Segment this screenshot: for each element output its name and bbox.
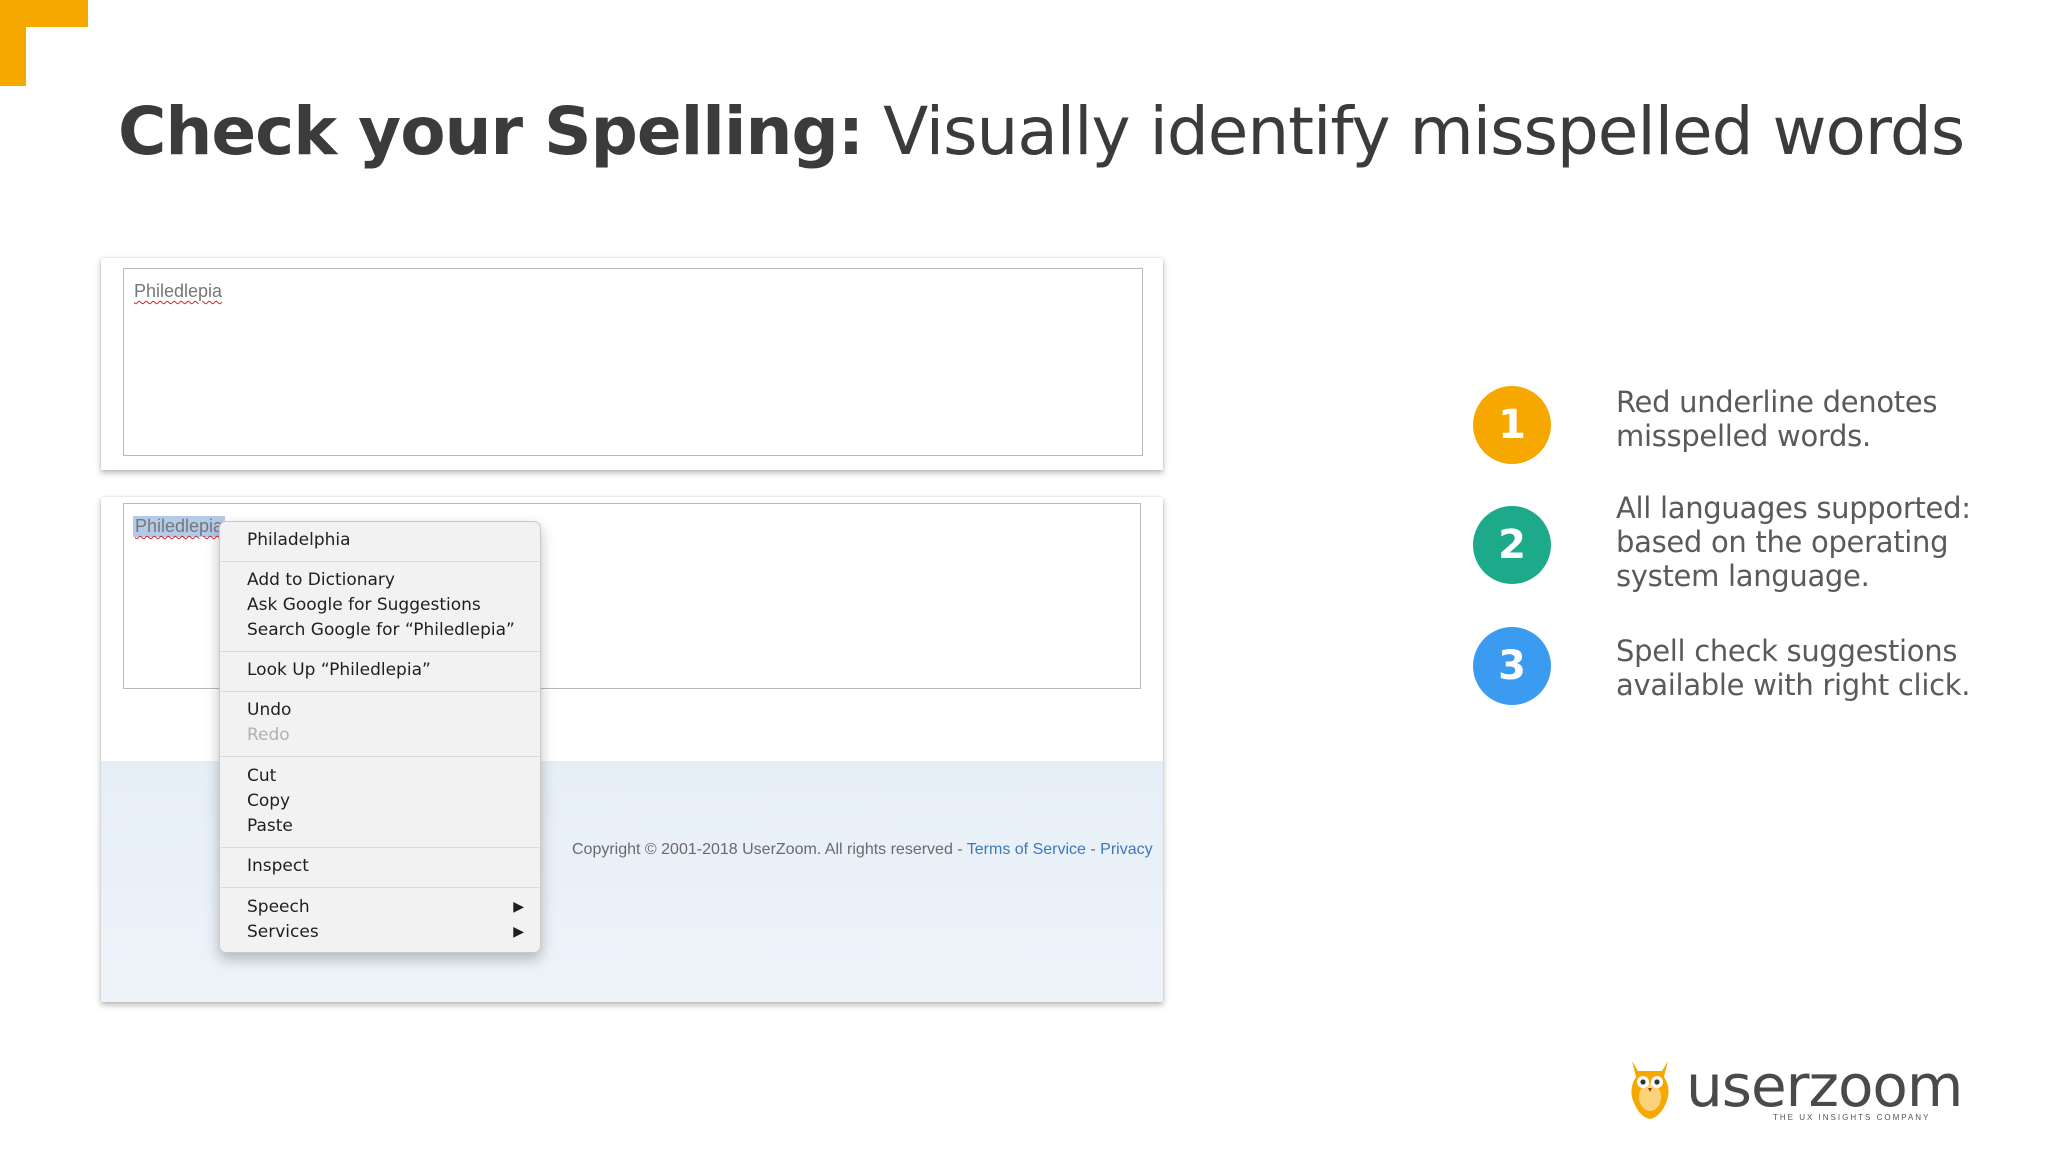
menu-separator [221, 756, 539, 757]
menu-item-copy[interactable]: Copy [247, 790, 290, 812]
step-badge-3: 3 [1473, 627, 1551, 705]
menu-item-add-to-dictionary[interactable]: Add to Dictionary [247, 569, 395, 591]
menu-item-inspect[interactable]: Inspect [247, 855, 309, 877]
menu-item-redo: Redo [247, 725, 290, 745]
point-text-3: Spell check suggestions available with r… [1616, 634, 1971, 702]
point-text-1: Red underline denotes misspelled words. [1616, 385, 1938, 453]
menu-separator [221, 691, 539, 692]
spellcheck-context-menu: Philadelphia Add to Dictionary Ask Googl… [219, 521, 541, 953]
owl-icon [1631, 1061, 1669, 1119]
misspelled-word[interactable]: Philedlepia [134, 281, 222, 302]
menu-item-ask-google[interactable]: Ask Google for Suggestions [247, 594, 481, 616]
title-bold: Check your Spelling: [118, 93, 864, 170]
link-separator: - [1085, 841, 1101, 858]
menu-item-look-up[interactable]: Look Up “Philedlepia” [247, 659, 431, 681]
terms-of-service-link[interactable]: Terms of Service [967, 841, 1086, 858]
menu-item-cut[interactable]: Cut [247, 765, 276, 787]
menu-item-undo[interactable]: Undo [247, 699, 291, 721]
brand-tagline: THE UX INSIGHTS COMPANY [1773, 1113, 1931, 1122]
submenu-arrow-icon: ▶ [513, 924, 524, 940]
userzoom-logo: userzoom THE UX INSIGHTS COMPANY [1628, 1055, 1963, 1125]
brand-name: userzoom [1686, 1052, 1963, 1120]
slide-title: Check your Spelling: Visually identify m… [118, 92, 1965, 172]
copyright-text: Copyright © 2001-2018 UserZoom. All righ… [572, 841, 1153, 859]
menu-item-suggestion[interactable]: Philadelphia [247, 529, 351, 551]
copyright-label: Copyright © 2001-2018 UserZoom. All righ… [572, 841, 967, 858]
submenu-arrow-icon: ▶ [513, 899, 524, 915]
point-text-2: All languages supported: based on the op… [1616, 491, 1971, 593]
step-badge-2: 2 [1473, 506, 1551, 584]
menu-separator [221, 651, 539, 652]
text-area[interactable]: Philedlepia [123, 268, 1143, 456]
privacy-link[interactable]: Privacy [1100, 841, 1152, 858]
selected-misspelled-word[interactable]: Philedlepia [133, 516, 226, 537]
corner-accent [0, 0, 88, 86]
title-rest: Visually identify misspelled words [883, 93, 1965, 170]
menu-separator [221, 887, 539, 888]
menu-item-paste[interactable]: Paste [247, 815, 293, 837]
step-badge-1: 1 [1473, 386, 1551, 464]
menu-separator [221, 847, 539, 848]
menu-item-search-google[interactable]: Search Google for “Philedlepia” [247, 619, 515, 641]
example-screenshot-1: Philedlepia [101, 258, 1163, 470]
menu-item-services[interactable]: Services [247, 921, 319, 943]
menu-item-speech[interactable]: Speech [247, 896, 310, 918]
menu-separator [221, 561, 539, 562]
